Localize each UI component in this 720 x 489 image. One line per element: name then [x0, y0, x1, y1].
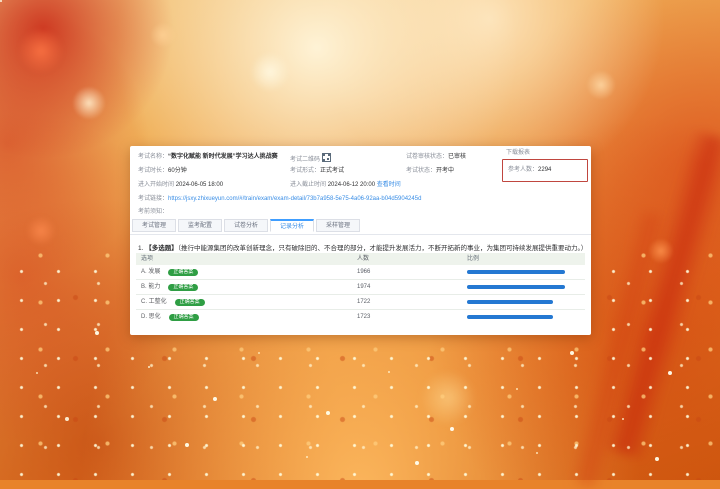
exam-name-label: 考试名称： [138, 154, 168, 160]
exam-link-url[interactable]: https://jsxy.zhixueyun.com/#/train/exam/… [168, 196, 421, 202]
mode-field: 考试形式：正式考试 [290, 167, 344, 175]
mode-label: 考试形式： [290, 168, 320, 174]
duration-field: 考试时长：60分钟 [138, 167, 187, 175]
question-type-tag: 【多选题】 [145, 245, 178, 252]
header-count: 人数 [357, 253, 467, 265]
table-row-option-b: B. 能力 正确答案 1974 [136, 280, 585, 295]
question-title: 1. 【多选题】（推行中能源集团的改革创新理念，只有破除旧的、不合理的部分，才能… [138, 242, 584, 252]
duration-label: 考试时长： [138, 168, 168, 174]
tab-exam-manage[interactable]: 考试管理 [132, 219, 176, 232]
review-status-field: 试卷审核状态：已审核 [406, 153, 466, 161]
option-label: A. 发展 [141, 265, 160, 279]
table-row-option-d: D. 思化 正确答案 1723 [136, 310, 585, 324]
start-time-field: 进入开始时间 2024-06-05 18:00 [138, 181, 223, 189]
option-count: 1974 [357, 280, 467, 294]
participants-value: 2294 [538, 167, 551, 173]
tab-proctor-config[interactable]: 监考配置 [178, 219, 222, 232]
option-count: 1723 [357, 310, 467, 324]
table-row-option-a: A. 发展 正确答案 1966 [136, 265, 585, 280]
option-label: D. 思化 [141, 310, 161, 324]
exam-status-value: 开考中 [436, 168, 454, 174]
start-time-label: 进入开始时间 [138, 182, 174, 188]
question-number: 1. [138, 245, 143, 252]
duration-value: 60分钟 [168, 168, 187, 174]
option-label: C. 工整化 [141, 295, 167, 309]
ratio-bar [467, 285, 565, 289]
ratio-bar [467, 270, 565, 274]
table-header-row: 选项 人数 比例 [136, 253, 585, 265]
option-count: 1966 [357, 265, 467, 279]
end-time-value: 2024-06-12 20:00 [328, 182, 375, 188]
review-status-value: 已审核 [448, 154, 466, 160]
review-status-label: 试卷审核状态： [406, 154, 448, 160]
participants-label: 参考人数： [508, 167, 538, 173]
tab-record-analysis[interactable]: 记录分析 [270, 219, 314, 232]
exam-link-field: 考试链接：https://jsxy.zhixueyun.com/#/train/… [138, 195, 421, 203]
ratio-bar [467, 300, 553, 304]
exam-qr-label: 考试二维码 [290, 157, 320, 163]
tab-sample-manage[interactable]: 采样管理 [316, 219, 360, 232]
exam-name-field: 考试名称：“数字化赋能 新时代发展”学习达人挑战赛 [138, 153, 278, 161]
notice-label: 考前须知： [138, 209, 168, 215]
question-text: （推行中能源集团的改革创新理念，只有破除旧的、不合理的部分，才能提升发展活力，不… [178, 245, 584, 252]
toolbar-link-label[interactable]: 下载报表 [506, 150, 530, 156]
exam-status-field: 考试状态：开考中 [406, 167, 454, 175]
exam-status-label: 考试状态： [406, 168, 436, 174]
tab-paper-analysis[interactable]: 试卷分析 [224, 219, 268, 232]
header-ratio: 比例 [467, 253, 585, 265]
tab-bar: 考试管理 监考配置 试卷分析 记录分析 采样管理 [130, 218, 591, 235]
end-time-field: 进入截止时间 2024-06-12 20:00 查看时间 [290, 181, 401, 189]
header-option: 选项 [136, 253, 357, 265]
end-time-label: 进入截止时间 [290, 182, 326, 188]
options-table: 选项 人数 比例 A. 发展 正确答案 1966 B. 能力 正确答案 1974… [136, 253, 585, 324]
correct-answer-badge: 正确答案 [168, 284, 198, 291]
view-time-link[interactable]: 查看时间 [377, 182, 401, 188]
ratio-bar [467, 315, 553, 319]
table-row-option-c: C. 工整化 正确答案 1722 [136, 295, 585, 310]
exam-qr-field: 考试二维码 [290, 153, 331, 164]
correct-answer-badge: 正确答案 [175, 299, 205, 306]
qr-code-icon[interactable] [322, 153, 331, 162]
exam-link-label: 考试链接： [138, 196, 168, 202]
correct-answer-badge: 正确答案 [168, 269, 198, 276]
option-count: 1722 [357, 295, 467, 309]
exam-detail-window: 考试名称：“数字化赋能 新时代发展”学习达人挑战赛 考试二维码 试卷审核状态：已… [130, 146, 591, 335]
exam-name-value: “数字化赋能 新时代发展”学习达人挑战赛 [168, 154, 278, 160]
mode-value: 正式考试 [320, 168, 344, 174]
toolbar-link[interactable]: 下载报表 [506, 149, 530, 157]
option-label: B. 能力 [141, 280, 160, 294]
correct-answer-badge: 正确答案 [169, 314, 199, 321]
notice-field: 考前须知： [138, 208, 168, 216]
start-time-value: 2024-06-05 18:00 [176, 182, 223, 188]
participants-field: 参考人数：2294 [508, 166, 551, 174]
